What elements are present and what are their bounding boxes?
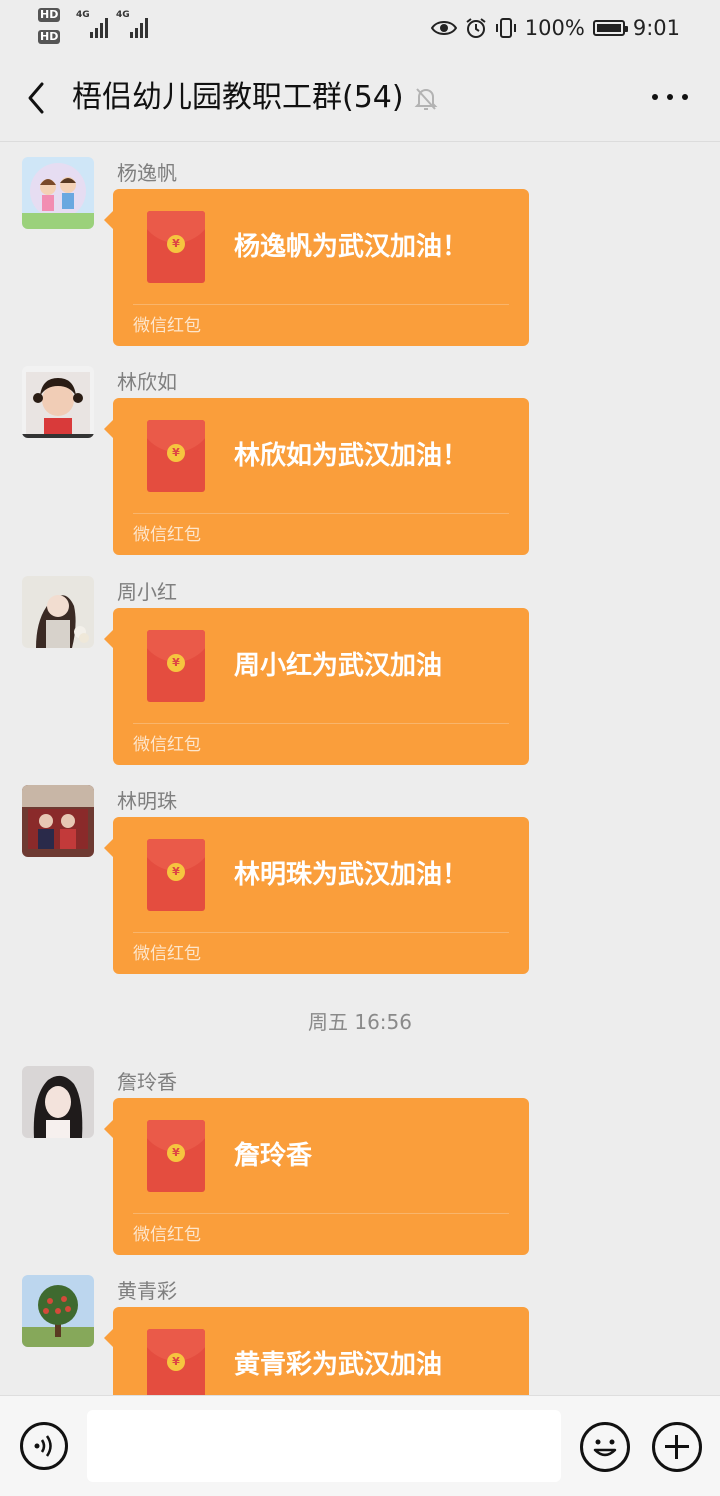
more-functions-button[interactable] — [652, 1422, 702, 1472]
divider — [133, 932, 509, 933]
status-bar: HD HD 4G 4G 100% 9:01 — [0, 0, 720, 56]
red-packet-label: 微信红包 — [133, 735, 201, 755]
chat-title: 梧侣幼儿园教职工群(54) — [72, 80, 404, 115]
coin-icon: ¥ — [167, 235, 185, 253]
red-packet-message: 黄青彩为武汉加油 — [234, 1350, 443, 1380]
voice-input-button[interactable] — [20, 1422, 68, 1470]
sender-name: 林明珠 — [117, 789, 177, 813]
clock-time: 9:01 — [632, 16, 680, 40]
coin-icon: ¥ — [167, 444, 185, 462]
avatar[interactable] — [22, 785, 94, 857]
battery-icon — [592, 20, 628, 36]
divider — [133, 723, 509, 724]
coin-icon: ¥ — [167, 863, 185, 881]
sender-name: 杨逸帆 — [117, 161, 177, 185]
red-packet-bubble[interactable]: ¥ 詹玲香 微信红包 — [104, 1098, 529, 1255]
chat-header: 梧侣幼儿园教职工群(54) — [0, 56, 720, 142]
eye-icon — [430, 21, 457, 35]
red-packet-label: 微信红包 — [133, 316, 201, 336]
sender-name: 黄青彩 — [117, 1279, 177, 1303]
divider — [133, 1213, 509, 1214]
hd-badge-2: HD — [38, 30, 61, 44]
avatar[interactable] — [22, 1066, 94, 1138]
message-input[interactable] — [87, 1410, 561, 1482]
voice-icon — [34, 1435, 52, 1457]
mute-bell-icon — [414, 88, 438, 110]
avatar[interactable] — [22, 1275, 94, 1347]
red-packet-label: 微信红包 — [133, 944, 201, 964]
avatar[interactable] — [22, 366, 94, 438]
divider — [133, 513, 509, 514]
red-envelope-icon: ¥ — [147, 211, 205, 283]
battery-percent: 100% — [524, 16, 585, 40]
coin-icon: ¥ — [167, 654, 185, 672]
avatar[interactable] — [22, 576, 94, 648]
red-envelope-icon: ¥ — [147, 420, 205, 492]
avatar[interactable] — [22, 157, 94, 229]
coin-icon: ¥ — [167, 1144, 185, 1162]
red-envelope-icon: ¥ — [147, 839, 205, 911]
smiley-icon — [593, 1439, 617, 1457]
red-packet-message: 林明珠为武汉加油！ — [234, 860, 469, 890]
message-timestamp: 周五 16:56 — [308, 1010, 412, 1034]
coin-icon: ¥ — [167, 1353, 185, 1371]
alarm-icon — [466, 18, 486, 38]
emoji-button[interactable] — [580, 1422, 630, 1472]
red-packet-message: 詹玲香 — [234, 1141, 313, 1171]
red-packet-label: 微信红包 — [133, 1225, 201, 1245]
red-packet-bubble[interactable]: ¥ 周小红为武汉加油 微信红包 — [104, 608, 529, 765]
vibrate-icon — [495, 18, 516, 38]
signal-icon-1: 4G — [76, 10, 108, 38]
red-packet-message: 周小红为武汉加油 — [234, 651, 443, 681]
more-options-button[interactable] — [652, 94, 688, 100]
red-packet-message: 林欣如为武汉加油！ — [234, 441, 469, 471]
sender-name: 林欣如 — [117, 370, 177, 394]
input-bar — [0, 1395, 720, 1496]
sender-name: 周小红 — [117, 580, 177, 604]
back-arrow-icon[interactable] — [24, 80, 54, 116]
red-packet-bubble[interactable]: ¥ 林欣如为武汉加油！ 微信红包 — [104, 398, 529, 555]
sender-name: 詹玲香 — [117, 1070, 177, 1094]
red-packet-message: 杨逸帆为武汉加油！ — [234, 232, 469, 262]
status-right: 100% 9:01 — [430, 12, 680, 44]
divider — [133, 304, 509, 305]
hd-badge-1: HD — [38, 8, 61, 22]
red-packet-bubble[interactable]: ¥ 杨逸帆为武汉加油！ 微信红包 — [104, 189, 529, 346]
red-envelope-icon: ¥ — [147, 630, 205, 702]
red-envelope-icon: ¥ — [147, 1329, 205, 1401]
red-packet-label: 微信红包 — [133, 525, 201, 545]
red-envelope-icon: ¥ — [147, 1120, 205, 1192]
red-packet-bubble[interactable]: ¥ 林明珠为武汉加油！ 微信红包 — [104, 817, 529, 974]
signal-icon-2: 4G — [116, 10, 148, 38]
